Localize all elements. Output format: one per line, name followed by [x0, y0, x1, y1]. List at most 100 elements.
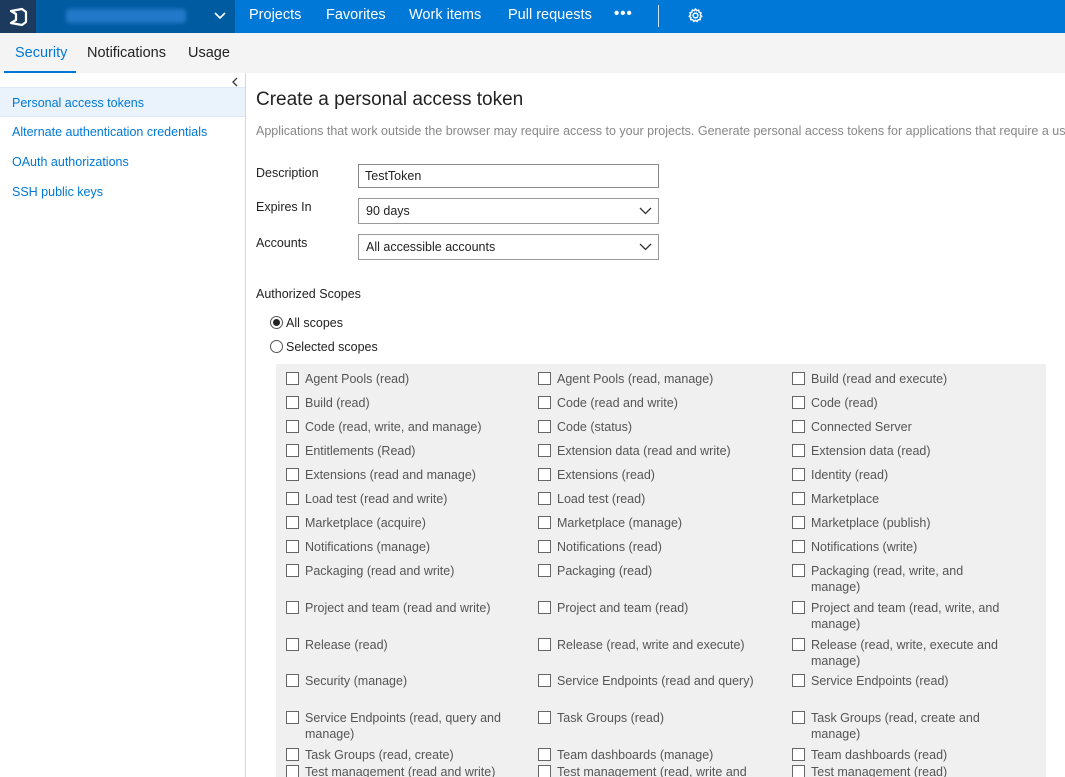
vsts-logo-icon[interactable] — [0, 0, 36, 33]
account-selector[interactable] — [36, 0, 235, 33]
scope-label: Entitlements (Read) — [305, 444, 416, 458]
radio-all-scopes[interactable]: All scopes — [270, 315, 343, 331]
checkbox[interactable] — [286, 765, 299, 777]
checkbox[interactable] — [538, 372, 551, 385]
top-navigation-bar: Projects Favorites Work items Pull reque… — [0, 0, 1065, 33]
scope-label: Project and team (read and write) — [305, 601, 491, 615]
checkbox[interactable] — [792, 468, 805, 481]
scope-label: Marketplace (publish) — [811, 516, 931, 530]
accounts-label: Accounts — [256, 236, 308, 250]
checkbox[interactable] — [792, 540, 805, 553]
nav-pull-requests[interactable]: Pull requests — [508, 0, 592, 33]
checkbox[interactable] — [792, 748, 805, 761]
checkbox[interactable] — [792, 564, 805, 577]
radio-selected-scopes[interactable]: Selected scopes — [270, 339, 378, 355]
description-field[interactable] — [358, 164, 659, 188]
accounts-select[interactable]: All accessible accounts — [358, 234, 659, 260]
checkbox[interactable] — [286, 674, 299, 687]
radio-button-selected[interactable] — [270, 316, 283, 329]
checkbox[interactable] — [792, 711, 805, 724]
scope-label: Test management (read, write and manage) — [557, 765, 747, 777]
checkbox[interactable] — [538, 638, 551, 651]
description-label: Description — [256, 166, 319, 180]
checkbox[interactable] — [538, 564, 551, 577]
chevron-down-icon — [639, 207, 652, 215]
checkbox[interactable] — [538, 748, 551, 761]
scope-label: Extension data (read and write) — [557, 444, 731, 458]
scope-label: Load test (read) — [557, 492, 646, 506]
scope-label: Code (read and write) — [557, 396, 678, 410]
scope-label: Task Groups (read, create) — [305, 748, 454, 762]
scope-label: Agent Pools (read, manage) — [557, 372, 714, 386]
nav-projects[interactable]: Projects — [249, 0, 301, 33]
checkbox[interactable] — [792, 444, 805, 457]
nav-favorites[interactable]: Favorites — [326, 0, 386, 33]
checkbox[interactable] — [286, 516, 299, 529]
checkbox[interactable] — [792, 420, 805, 433]
sidebar-item-ssh-public-keys[interactable]: SSH public keys — [0, 177, 245, 207]
checkbox[interactable] — [286, 711, 299, 724]
checkbox[interactable] — [792, 372, 805, 385]
checkbox[interactable] — [538, 420, 551, 433]
checkbox[interactable] — [792, 396, 805, 409]
scope-label: Release (read, write, execute and manage… — [811, 638, 998, 668]
checkbox[interactable] — [538, 674, 551, 687]
tab-security[interactable]: Security — [15, 45, 67, 61]
radio-all-scopes-label: All scopes — [286, 316, 343, 330]
scope-label: Release (read) — [305, 638, 388, 652]
expires-label: Expires In — [256, 200, 312, 214]
checkbox[interactable] — [538, 396, 551, 409]
sidebar-item-alternate-credentials[interactable]: Alternate authentication credentials — [0, 117, 245, 147]
nav-divider — [658, 5, 659, 27]
checkbox[interactable] — [286, 540, 299, 553]
checkbox[interactable] — [538, 765, 551, 777]
checkbox[interactable] — [286, 492, 299, 505]
checkbox[interactable] — [792, 674, 805, 687]
tab-usage[interactable]: Usage — [188, 45, 230, 61]
scope-label: Marketplace — [811, 492, 880, 506]
checkbox[interactable] — [286, 564, 299, 577]
checkbox[interactable] — [538, 516, 551, 529]
checkbox[interactable] — [286, 444, 299, 457]
nav-work-items[interactable]: Work items — [409, 0, 481, 33]
scope-label: Service Endpoints (read) — [811, 674, 949, 688]
checkbox[interactable] — [538, 540, 551, 553]
account-name-obscured — [66, 9, 186, 23]
checkbox[interactable] — [286, 420, 299, 433]
checkbox[interactable] — [286, 468, 299, 481]
checkbox[interactable] — [792, 492, 805, 505]
radio-button[interactable] — [270, 340, 283, 353]
checkbox[interactable] — [792, 601, 805, 614]
tab-notifications[interactable]: Notifications — [87, 45, 166, 61]
scope-label: Project and team (read) — [557, 601, 689, 615]
checkbox[interactable] — [286, 396, 299, 409]
scope-label: Agent Pools (read) — [305, 372, 410, 386]
checkbox[interactable] — [538, 711, 551, 724]
checkbox[interactable] — [792, 638, 805, 651]
checkbox[interactable] — [286, 638, 299, 651]
accounts-value: All accessible accounts — [366, 240, 496, 254]
checkbox[interactable] — [538, 492, 551, 505]
scope-label: Extension data (read) — [811, 444, 931, 458]
authorized-scopes-label: Authorized Scopes — [256, 287, 361, 301]
checkbox[interactable] — [286, 748, 299, 761]
scope-label: Test management (read and write) — [305, 765, 496, 777]
scope-label: Project and team (read, write, and manag… — [811, 601, 1000, 631]
checkbox[interactable] — [792, 765, 805, 777]
checkbox[interactable] — [792, 516, 805, 529]
checkbox[interactable] — [538, 601, 551, 614]
scope-label: Identity (read) — [811, 468, 889, 482]
checkbox[interactable] — [538, 468, 551, 481]
checkbox[interactable] — [286, 601, 299, 614]
more-menu-button[interactable]: ••• — [614, 0, 633, 33]
scope-label: Load test (read and write) — [305, 492, 448, 506]
expires-select[interactable]: 90 days — [358, 198, 659, 224]
sidebar-item-oauth-authorizations[interactable]: OAuth authorizations — [0, 147, 245, 177]
sidebar-item-personal-access-tokens[interactable]: Personal access tokens — [0, 87, 245, 117]
checkbox[interactable] — [286, 372, 299, 385]
checkbox[interactable] — [538, 444, 551, 457]
scope-label: Marketplace (manage) — [557, 516, 683, 530]
chevron-down-icon — [639, 243, 652, 251]
expires-value: 90 days — [366, 204, 410, 218]
gear-icon[interactable] — [687, 7, 704, 24]
